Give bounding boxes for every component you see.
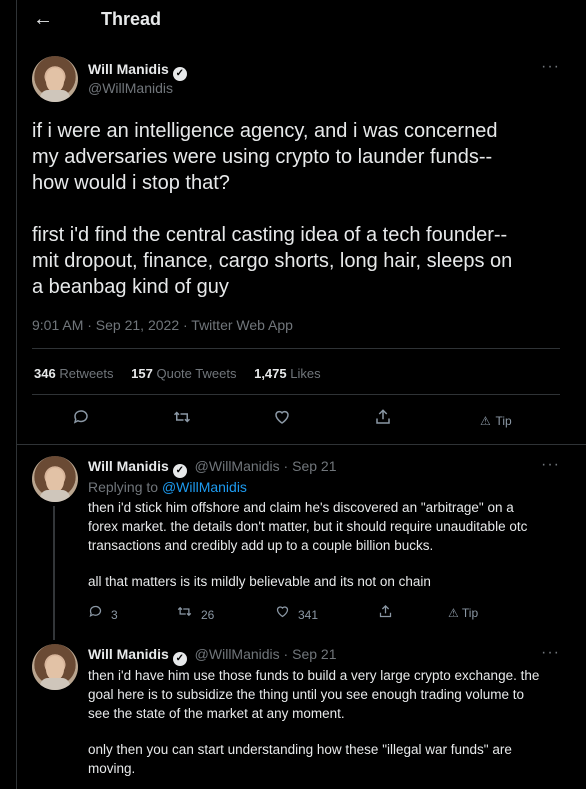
likes-stat[interactable]: 1,475 Likes: [254, 366, 321, 381]
tweet-line: a beanbag kind of guy: [32, 276, 229, 298]
avatar[interactable]: [32, 644, 78, 690]
reply-action-reply[interactable]: 3: [88, 604, 118, 623]
reply-line: then i'd have him use those funds to bui…: [88, 668, 540, 683]
tip-button[interactable]: ⚠ Tip: [448, 606, 478, 620]
reply-action-like[interactable]: 341: [275, 604, 318, 623]
more-options-icon[interactable]: ···: [541, 58, 560, 76]
tweet-line: if i were an intelligence agency, and i …: [32, 120, 498, 142]
reply-line: moving.: [88, 761, 136, 776]
reply-action-share[interactable]: [378, 604, 401, 623]
reply-text: then i'd have him use those funds to bui…: [88, 666, 568, 778]
column-border: [16, 0, 17, 789]
tweet-text: if i were an intelligence agency, and i …: [32, 118, 572, 300]
reply-line: then i'd stick him offshore and claim he…: [88, 500, 514, 515]
reply-line: see the state of the market at any momen…: [88, 706, 345, 721]
reply-line: all that matters is its mildly believabl…: [88, 574, 431, 589]
tip-label: Tip: [495, 414, 512, 428]
engagement-stats: 346 Retweets 157 Quote Tweets 1,475 Like…: [34, 366, 335, 381]
avatar[interactable]: [32, 56, 78, 102]
reply-handle-time: @WillManidis · Sep 21: [194, 458, 337, 474]
like-icon[interactable]: [273, 408, 291, 431]
verified-badge-icon: ✓: [172, 67, 187, 81]
share-icon[interactable]: [374, 408, 392, 431]
retweet-count: 26: [201, 608, 215, 622]
reply-icon[interactable]: [72, 408, 90, 431]
tweet-line: mit dropout, finance, cargo shorts, long…: [32, 250, 513, 272]
reply-text: then i'd stick him offshore and claim he…: [88, 498, 568, 591]
retweet-icon[interactable]: [172, 408, 192, 431]
reply-line: forex market. the details don't matter, …: [88, 519, 528, 534]
author-handle[interactable]: @WillManidis: [88, 80, 173, 96]
reply-author-name: Will Manidis: [88, 646, 169, 662]
reply-action-retweet[interactable]: 26: [176, 604, 214, 623]
tweet-line: first i'd find the central casting idea …: [32, 224, 508, 246]
replying-to: Replying to @WillManidis: [88, 479, 247, 495]
quote-tweets-stat[interactable]: 157 Quote Tweets: [131, 366, 236, 381]
retweet-icon: [176, 606, 193, 623]
avatar[interactable]: [32, 456, 78, 502]
reply-icon: [88, 605, 103, 623]
more-options-icon[interactable]: ···: [541, 456, 560, 474]
tweet-line: how would i stop that?: [32, 172, 230, 194]
tip-icon: ⚠: [448, 606, 459, 620]
author-name-text: Will Manidis: [88, 61, 169, 77]
divider: [17, 444, 586, 445]
tip-button[interactable]: ⚠ Tip: [480, 410, 512, 430]
replying-prefix: Replying to: [88, 479, 159, 495]
share-icon: [378, 604, 393, 623]
reply-line: only then you can start understanding ho…: [88, 742, 512, 757]
thread-header: ← Thread: [17, 0, 586, 40]
like-count: 341: [298, 608, 319, 622]
tweet-actions: ⚠ Tip: [32, 408, 560, 436]
reply-author[interactable]: Will Manidis ✓ @WillManidis · Sep 21: [88, 646, 336, 666]
verified-badge-icon: ✓: [172, 652, 187, 666]
reply-handle-time: @WillManidis · Sep 21: [194, 646, 337, 662]
more-options-icon[interactable]: ···: [541, 644, 560, 662]
replying-handle-link[interactable]: @WillManidis: [162, 479, 247, 495]
reply-line: transactions and credibly add up to a co…: [88, 538, 434, 553]
reply-author[interactable]: Will Manidis ✓ @WillManidis · Sep 21: [88, 458, 336, 478]
tip-label: Tip: [461, 606, 479, 620]
tweet-line: my adversaries were using crypto to laun…: [32, 146, 493, 168]
retweets-stat[interactable]: 346 Retweets: [34, 366, 114, 381]
thread-connector: [53, 506, 55, 640]
tweet-timestamp[interactable]: 9:01 AM · Sep 21, 2022 · Twitter Web App: [32, 317, 293, 333]
author-name[interactable]: Will Manidis ✓: [88, 61, 187, 81]
divider: [32, 348, 560, 349]
reply-line: goal here is to subsidize the thing unti…: [88, 687, 525, 702]
page-title: Thread: [101, 9, 162, 29]
tip-icon: ⚠: [480, 414, 491, 428]
verified-badge-icon: ✓: [172, 464, 187, 478]
reply-count: 3: [111, 608, 118, 622]
back-arrow-icon[interactable]: ←: [33, 8, 53, 31]
reply-author-name: Will Manidis: [88, 458, 169, 474]
divider: [32, 394, 560, 395]
like-icon: [275, 606, 290, 623]
